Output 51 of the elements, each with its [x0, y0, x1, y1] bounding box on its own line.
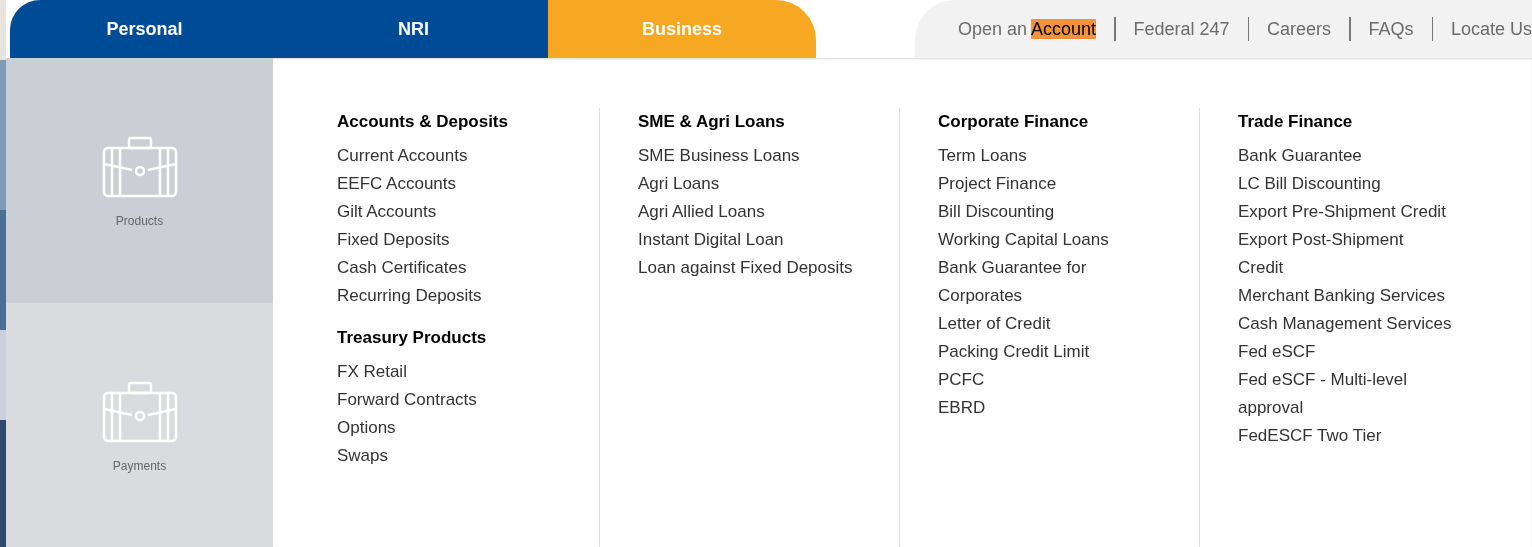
menu-link[interactable]: Options: [337, 414, 396, 442]
menu-heading: SME & Agri Loans: [638, 111, 786, 133]
sidebar-item[interactable]: Products: [6, 58, 273, 303]
menu-link[interactable]: Fed eSCF: [1238, 338, 1316, 366]
menu-link[interactable]: Current Accounts: [337, 142, 468, 170]
menu-link[interactable]: Bank Guarantee: [1238, 142, 1362, 170]
menu-heading: Accounts & Deposits: [337, 111, 509, 133]
menu-link[interactable]: Loan against Fixed Deposits: [638, 254, 853, 282]
menu-heading: Trade Finance: [1238, 111, 1354, 133]
menu-link[interactable]: Swaps: [337, 442, 389, 470]
menu-link[interactable]: FX Retail: [337, 358, 407, 386]
menu-link[interactable]: Working Capital Loans: [938, 226, 1109, 254]
menu-link[interactable]: Recurring Deposits: [337, 282, 482, 310]
top-link[interactable]: Careers: [1267, 15, 1332, 43]
menu-link[interactable]: EBRD: [938, 394, 986, 422]
top-link[interactable]: FAQs: [1368, 15, 1414, 43]
menu-link[interactable]: Fixed Deposits: [337, 226, 450, 254]
menu-link[interactable]: Cash Management Services: [1238, 310, 1452, 338]
menu-link[interactable]: Gilt Accounts: [337, 198, 437, 226]
menu-link[interactable]: Agri Loans: [638, 170, 720, 198]
menu-link[interactable]: Export Pre-Shipment Credit: [1238, 198, 1446, 226]
menu-link[interactable]: EEFC Accounts: [337, 170, 457, 198]
menu-link[interactable]: Instant Digital Loan: [638, 226, 784, 254]
nav-tab[interactable]: Personal: [10, 0, 279, 58]
menu-link[interactable]: Agri Allied Loans: [638, 198, 765, 226]
menu-link[interactable]: Term Loans: [938, 142, 1027, 170]
top-link[interactable]: Open an Account: [958, 15, 1097, 43]
menu-heading: Corporate Finance: [938, 111, 1090, 133]
menu-link[interactable]: Bill Discounting: [938, 198, 1055, 226]
menu-link[interactable]: Merchant Banking Services: [1238, 282, 1445, 310]
menu-link[interactable]: FedESCF Two Tier: [1238, 422, 1382, 450]
menu-link[interactable]: Forward Contracts: [337, 386, 477, 414]
menu-heading: Treasury Products: [337, 327, 488, 349]
menu-link[interactable]: Cash Certificates: [337, 254, 467, 282]
top-link[interactable]: Locate Us: [1450, 15, 1532, 43]
menu-link[interactable]: PCFC: [938, 366, 985, 394]
menu-link[interactable]: Letter of Credit: [938, 310, 1051, 338]
menu-link[interactable]: Project Finance: [938, 170, 1057, 198]
menu-link[interactable]: Bank Guarantee for Corporates: [938, 254, 1153, 310]
menu-link[interactable]: LC Bill Discounting: [1238, 170, 1381, 198]
nav-tab[interactable]: NRI: [279, 0, 548, 58]
menu-link[interactable]: Export Post-Shipment Credit: [1238, 226, 1453, 282]
sidebar-item[interactable]: Payments: [6, 302, 273, 547]
top-link[interactable]: Federal 247: [1133, 15, 1230, 43]
menu-link[interactable]: Packing Credit Limit: [938, 338, 1090, 366]
sidebar-label: Payments: [112, 457, 167, 475]
menu-link[interactable]: SME Business Loans: [638, 142, 800, 170]
briefcase-icon: [101, 380, 178, 443]
briefcase-icon: [101, 136, 178, 198]
menu-link[interactable]: Fed eSCF - Multi-level approval: [1238, 366, 1453, 422]
sidebar-label: Products: [115, 213, 164, 230]
